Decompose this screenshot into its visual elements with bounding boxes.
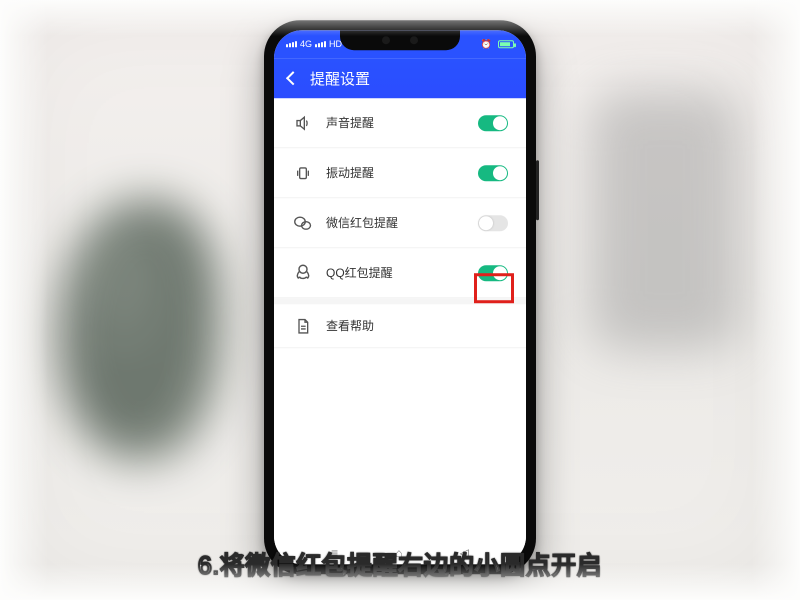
row-label: 振动提醒 <box>326 164 374 181</box>
toggle-vibrate[interactable] <box>478 165 508 181</box>
row-wechat[interactable]: 微信红包提醒 <box>274 198 526 248</box>
background-blur-right <box>590 90 740 350</box>
row-qq[interactable]: QQ红包提醒 <box>274 248 526 298</box>
toggle-wechat[interactable] <box>478 215 508 231</box>
page-title: 提醒设置 <box>310 68 370 89</box>
battery-icon <box>498 40 514 48</box>
row-sound[interactable]: 声音提醒 <box>274 98 526 148</box>
phone-screen: 4G HD 10:51 ⏰ 提醒设置 <box>274 30 526 564</box>
vibrate-icon <box>292 165 314 181</box>
qq-icon <box>292 264 314 282</box>
settings-list: 声音提醒 振动提醒 微信红包提醒 <box>274 98 526 542</box>
speaker-icon <box>292 115 314 131</box>
signal-icon-2 <box>315 41 326 47</box>
tutorial-caption: 6.将微信红包提醒右边的小圆点开启 <box>198 546 602 582</box>
row-label: QQ红包提醒 <box>326 264 393 281</box>
phone-side-button <box>536 160 539 220</box>
doc-icon <box>292 318 314 334</box>
tutorial-frame: 4G HD 10:51 ⏰ 提醒设置 <box>0 0 800 600</box>
toggle-sound[interactable] <box>478 115 508 131</box>
row-help[interactable]: 查看帮助 <box>274 298 526 348</box>
alarm-icon: ⏰ <box>481 39 492 50</box>
background-blur-left <box>60 200 220 460</box>
nav-header: 提醒设置 <box>274 58 526 98</box>
row-label: 微信红包提醒 <box>326 214 398 231</box>
row-vibrate[interactable]: 振动提醒 <box>274 148 526 198</box>
phone-frame: 4G HD 10:51 ⏰ 提醒设置 <box>264 20 536 574</box>
signal-icon <box>286 41 297 47</box>
status-4g: 4G <box>300 39 312 49</box>
toggle-qq[interactable] <box>478 265 508 281</box>
phone-notch <box>340 30 460 50</box>
row-label: 查看帮助 <box>326 317 374 334</box>
back-icon[interactable] <box>286 71 300 85</box>
row-label: 声音提醒 <box>326 114 374 131</box>
wechat-icon <box>292 215 314 231</box>
